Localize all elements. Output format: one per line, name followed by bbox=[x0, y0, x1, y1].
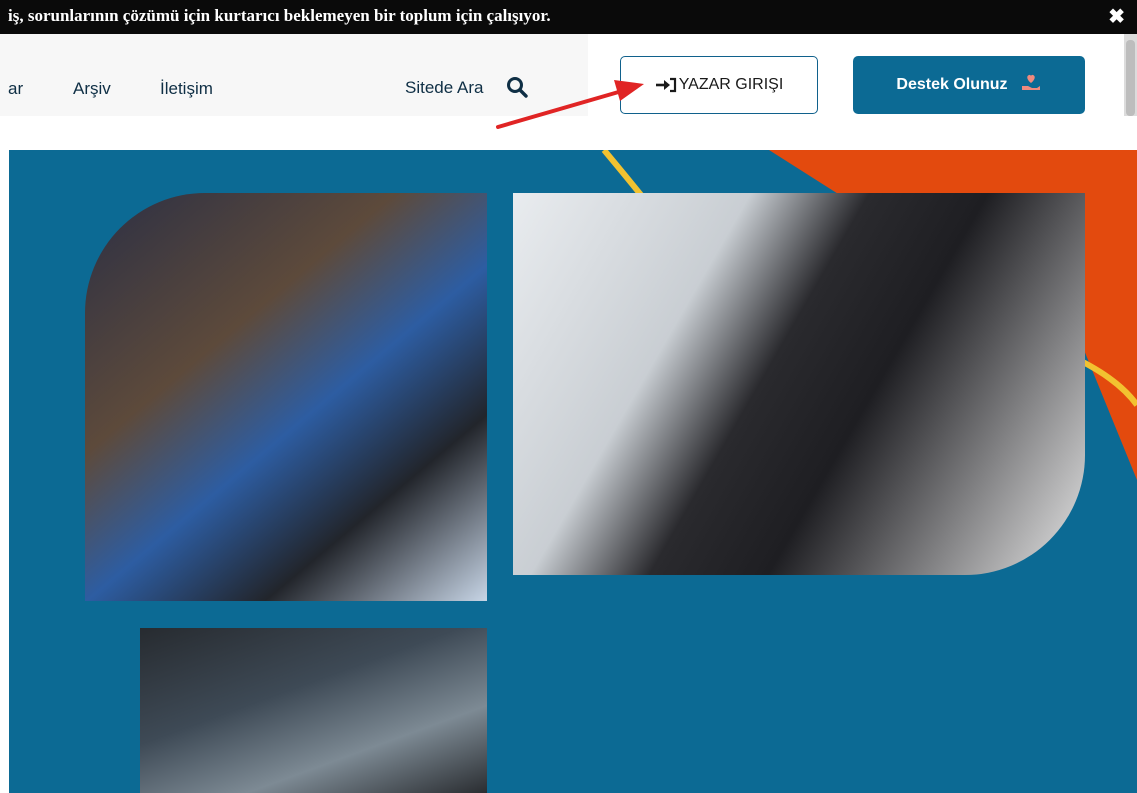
support-button[interactable]: Destek Olunuz bbox=[853, 56, 1085, 114]
nav-item-iletisim[interactable]: İletişim bbox=[160, 79, 213, 99]
support-label: Destek Olunuz bbox=[896, 76, 1008, 93]
nav-item-truncated[interactable]: ar bbox=[8, 79, 23, 99]
search-icon[interactable] bbox=[506, 76, 528, 103]
nav-bar bbox=[0, 34, 588, 116]
announcement-text: iş, sorunlarının çözümü için kurtarıcı b… bbox=[8, 6, 551, 25]
scrollbar-thumb[interactable] bbox=[1126, 40, 1135, 116]
close-icon[interactable]: ✖ bbox=[1108, 4, 1125, 29]
donate-hand-heart-icon bbox=[1020, 73, 1042, 98]
hero-photo-students-room bbox=[140, 628, 487, 793]
author-login-button[interactable]: YAZAR GIRIŞI bbox=[620, 56, 818, 114]
hero-photo-girl-laptop bbox=[513, 193, 1085, 575]
announcement-bar: iş, sorunlarının çözümü için kurtarıcı b… bbox=[0, 0, 1137, 34]
author-login-label: YAZAR GIRIŞI bbox=[678, 76, 784, 93]
search-link[interactable]: Sitede Ara bbox=[405, 78, 483, 98]
nav-item-arsiv[interactable]: Arşiv bbox=[73, 79, 111, 99]
hero-photo-classroom-bags bbox=[85, 193, 487, 601]
login-icon bbox=[655, 77, 677, 93]
